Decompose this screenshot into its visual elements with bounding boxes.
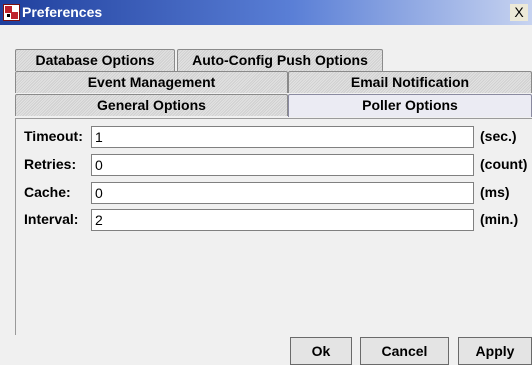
cache-label: Cache: (24, 184, 71, 200)
retries-unit: (count) (480, 156, 528, 172)
retries-label: Retries: (24, 156, 77, 172)
cancel-button[interactable]: Cancel (360, 337, 449, 365)
tab-database-options[interactable]: Database Options (15, 49, 175, 71)
app-icon (3, 4, 20, 21)
interval-unit: (min.) (480, 211, 519, 227)
ok-button[interactable]: Ok (290, 337, 352, 365)
timeout-unit: (sec.) (480, 128, 517, 144)
retries-input[interactable] (91, 154, 474, 176)
tab-general-options[interactable]: General Options (15, 94, 288, 116)
cache-input[interactable] (91, 182, 474, 204)
timeout-input[interactable] (91, 126, 474, 148)
apply-button[interactable]: Apply (458, 337, 532, 365)
preferences-window: Preferences X Database Options Auto-Conf… (0, 0, 532, 365)
cache-unit: (ms) (480, 184, 510, 200)
window-title: Preferences (22, 4, 103, 20)
tab-auto-config-push-options[interactable]: Auto-Config Push Options (177, 49, 383, 71)
interval-label: Interval: (24, 211, 79, 227)
tab-poller-options[interactable]: Poller Options (288, 94, 532, 117)
tab-event-management[interactable]: Event Management (15, 71, 288, 93)
timeout-label: Timeout: (24, 128, 83, 144)
tab-email-notification[interactable]: Email Notification (288, 71, 532, 93)
interval-input[interactable] (91, 209, 474, 231)
title-bar[interactable]: Preferences X (0, 0, 532, 25)
close-button[interactable]: X (510, 4, 528, 21)
